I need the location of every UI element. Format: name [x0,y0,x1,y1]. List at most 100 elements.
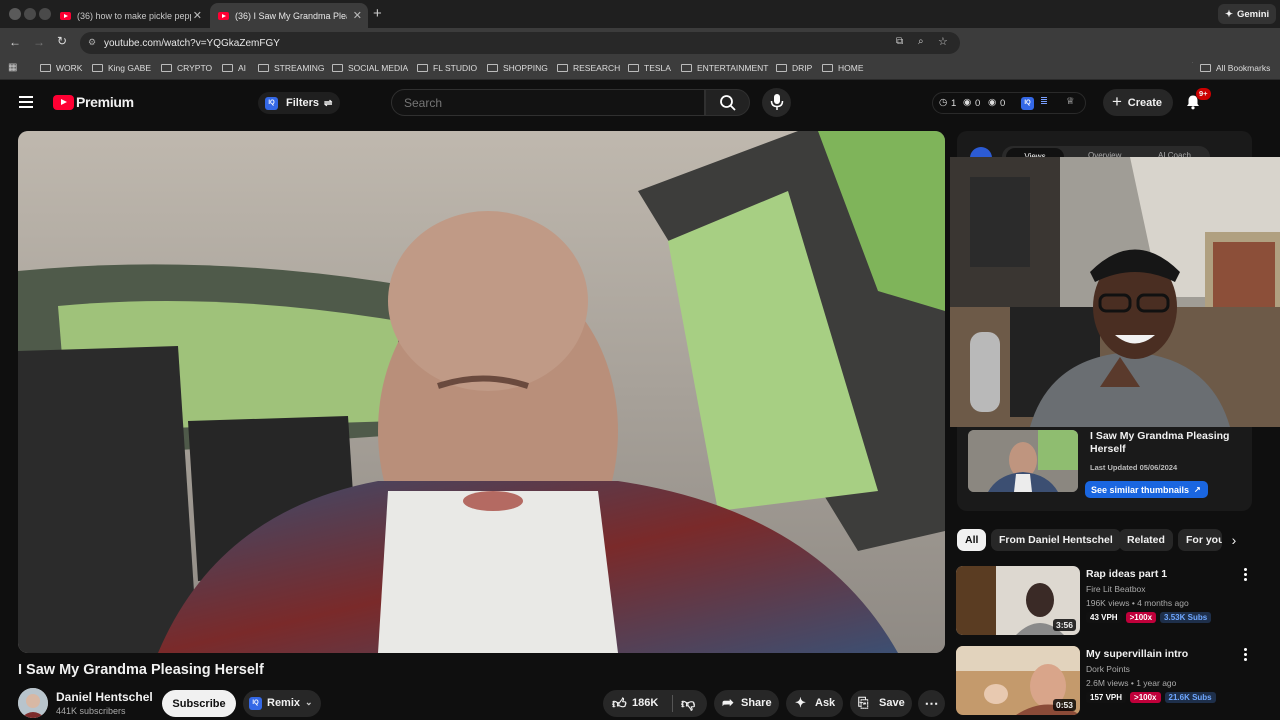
zoom-icon[interactable]: ⌕ [918,36,924,47]
search-button[interactable] [705,89,750,116]
create-label: Create [1127,96,1162,109]
bookmark-folder[interactable]: AI [222,63,246,73]
video-duration: 3:56 [1052,619,1076,631]
recommendation-channel[interactable]: Fire Lit Beatbox [1086,584,1146,594]
recommendation-item[interactable]: 3:56 Rap ideas part 1 Fire Lit Beatbox 1… [956,566,1256,636]
chip-for-you[interactable]: For you [1178,529,1222,551]
eye-icon: ◉ [963,97,972,108]
webcam-overlay [950,157,1280,427]
recommendation-stats: 43 VPH >100x 3.53K Subs [1086,612,1212,623]
more-actions-icon[interactable]: ⋯ [918,690,945,717]
chip-all[interactable]: All [957,529,987,551]
eye-icon: ◉ [988,97,997,108]
address-bar[interactable]: ⚙ youtube.com/watch?v=YQGkaZemFGY ⧉ ⌕ ☆ [80,32,960,54]
all-bookmarks-button[interactable]: All Bookmarks [1200,63,1270,73]
save-button[interactable]: ⎘ Save [850,690,912,717]
tab-close-icon[interactable]: ✕ [353,9,362,22]
youtube-favicon-icon [60,11,71,20]
subscribe-button[interactable]: Subscribe [162,690,236,717]
chip-related[interactable]: Related [1119,529,1173,551]
bookmark-folder[interactable]: SOCIAL MEDIA [332,63,408,73]
filters-button[interactable]: IQ Filters ⇌ [258,92,341,114]
webcam-frame [950,157,1280,427]
tab-close-icon[interactable]: ✕ [193,9,202,22]
chip-from-channel[interactable]: From Daniel Hentschel [991,529,1121,551]
folder-icon [822,64,833,72]
channel-name[interactable]: Daniel Hentschel [56,690,153,704]
folder-icon [332,64,343,72]
bookmark-folder[interactable]: FL STUDIO [417,63,477,73]
video-frame [18,131,945,653]
bookmark-folder[interactable]: STREAMING [258,63,325,73]
bookmark-star-icon[interactable]: ☆ [938,35,948,48]
premium-logo-text[interactable]: Premium [76,94,134,110]
trophy-icon[interactable]: ♕ [1066,96,1075,107]
recommendation-title[interactable]: Rap ideas part 1 [1086,568,1167,580]
bookmark-folder[interactable]: WORK [40,63,82,73]
more-options-icon[interactable] [1244,648,1248,662]
recommendation-thumbnail[interactable]: 0:53 [956,646,1080,715]
channel-avatar[interactable] [18,688,48,718]
install-app-icon[interactable]: ⧉ [896,36,903,47]
window-close-button[interactable] [9,8,21,20]
counter-value: 1 [951,98,957,109]
bookmark-folder[interactable]: HOME [822,63,864,73]
folder-icon [628,64,639,72]
vidiq-badge-icon[interactable]: IQ [1021,97,1034,110]
video-player[interactable] [18,131,945,653]
clock-icon: ◷ [939,97,948,108]
bookmark-label: TESLA [644,63,671,73]
bookmark-folder[interactable]: TESLA [628,63,671,73]
extension-counters[interactable]: ◷ 1 ◉ 0 ◉ 0 IQ ≣ ♕ [932,92,1086,114]
outlier-badge: >100x [1125,612,1157,623]
youtube-logo-icon[interactable] [53,95,74,110]
reload-icon[interactable]: ↻ [57,34,67,48]
list-icon[interactable]: ≣ [1040,96,1048,107]
notification-count-badge: 9+ [1196,88,1211,100]
similar-thumbnails-button[interactable]: See similar thumbnails ↗ [1085,481,1208,498]
dislike-button[interactable]: 👎︎ [673,690,707,717]
like-button[interactable]: 👍︎ 186K [603,690,671,717]
site-info-icon[interactable]: ⚙ [88,37,96,48]
recommendation-thumbnail[interactable]: 3:56 [956,566,1080,635]
folder-icon [222,64,233,72]
voice-search-button[interactable] [762,88,791,117]
folder-icon [557,64,568,72]
bookmarks-divider [1192,62,1193,63]
remix-button[interactable]: IQ Remix ⌄ [243,690,321,717]
more-options-icon[interactable] [1244,568,1248,582]
bookmark-folder[interactable]: ENTERTAINMENT [681,63,768,73]
share-button[interactable]: ➦ Share [714,690,779,717]
recommendation-stats: 157 VPH >100x 21.6K Subs [1086,692,1216,703]
bookmark-folder[interactable]: RESEARCH [557,63,620,73]
recommendation-channel[interactable]: Dork Points [1086,664,1130,674]
apps-grid-icon[interactable]: ▦ [8,62,17,73]
recommendation-title[interactable]: My supervillain intro [1086,648,1188,660]
browser-tab[interactable]: (36) how to make pickle peppers ✕ [52,3,208,28]
counter-value: 0 [975,98,981,109]
new-tab-button[interactable]: + [373,5,382,22]
create-button[interactable]: + Create [1103,89,1173,116]
gemini-button[interactable]: ✦ Gemini [1218,4,1277,24]
folder-icon [40,64,51,72]
window-zoom-button[interactable] [39,8,51,20]
window-minimize-button[interactable] [24,8,36,20]
current-thumbnail-image[interactable] [968,430,1078,492]
video-duration: 0:53 [1052,699,1076,711]
bookmark-folder[interactable]: CRYPTO [161,63,212,73]
recommendation-item[interactable]: 0:53 My supervillain intro Dork Points 2… [956,646,1256,716]
folder-icon [258,64,269,72]
bookmark-folder[interactable]: DRIP [776,63,812,73]
tab-title: (36) I Saw My Grandma Pleasing Herself [235,10,347,21]
bookmark-folder[interactable]: King GABE [92,63,151,73]
bookmark-label: King GABE [108,63,151,73]
share-label: Share [741,697,772,709]
search-input[interactable] [391,89,705,116]
bookmark-folder[interactable]: SHOPPING [487,63,548,73]
forward-arrow-icon[interactable]: → [33,35,45,49]
back-arrow-icon[interactable]: ← [9,35,21,49]
chevron-right-icon[interactable]: › [1222,529,1246,551]
browser-tab-active[interactable]: (36) I Saw My Grandma Pleasing Herself ✕ [210,3,368,28]
ask-button[interactable]: ✦ Ask [786,690,843,717]
menu-hamburger-icon[interactable] [19,96,33,108]
